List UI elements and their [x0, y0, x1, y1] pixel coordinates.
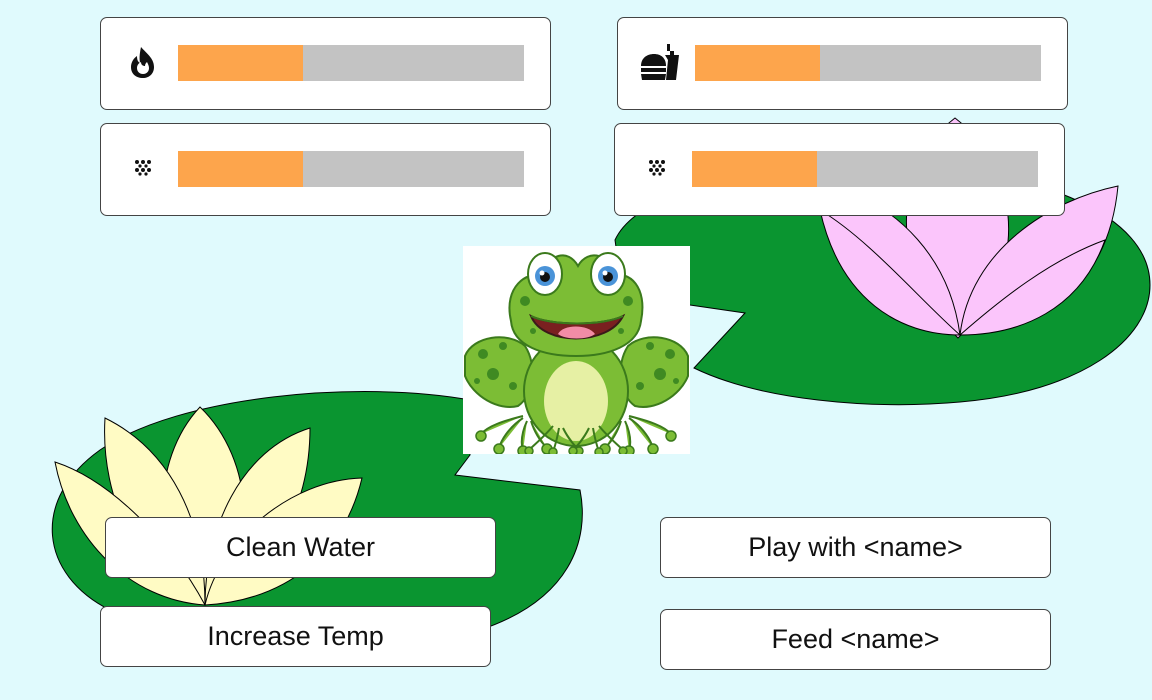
clean-water-button[interactable]: Clean Water: [105, 517, 496, 578]
hunger-bar-fill: [695, 45, 820, 81]
stat-card-water: [100, 123, 551, 216]
fast-food-icon: [638, 40, 682, 84]
feed-label: Feed <name>: [771, 624, 940, 654]
energy-bar-fill: [178, 45, 303, 81]
play-with-button[interactable]: Play with <name>: [660, 517, 1051, 578]
frog-pet[interactable]: [463, 246, 690, 454]
stat-card-fun: [614, 123, 1065, 216]
increase-temp-button[interactable]: Increase Temp: [100, 606, 491, 667]
feed-button[interactable]: Feed <name>: [660, 609, 1051, 670]
dots-pattern-icon: [635, 146, 679, 190]
fun-bar-fill: [692, 151, 817, 187]
clean-water-label: Clean Water: [225, 532, 376, 562]
increase-temp-label: Increase Temp: [207, 621, 384, 651]
dots-pattern-icon: [121, 146, 165, 190]
stat-card-hunger: [617, 17, 1068, 110]
stat-card-energy: [100, 17, 551, 110]
fun-bar: [692, 151, 1038, 187]
hunger-bar: [695, 45, 1041, 81]
energy-bar: [178, 45, 524, 81]
play-with-label: Play with <name>: [748, 532, 963, 562]
water-bar-fill: [178, 151, 303, 187]
water-bar: [178, 151, 524, 187]
flame-icon: [121, 40, 165, 84]
